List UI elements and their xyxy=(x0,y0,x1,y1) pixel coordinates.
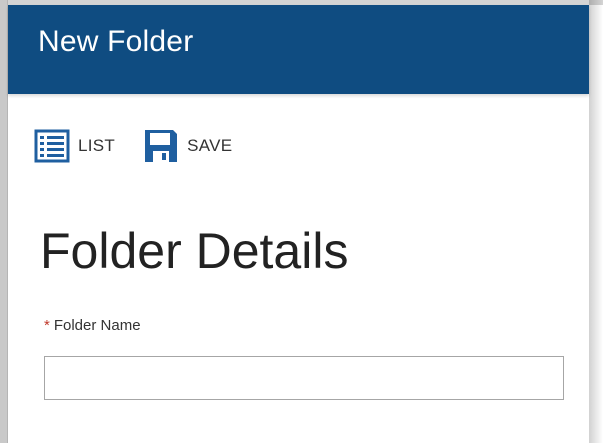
save-button-label: SAVE xyxy=(187,136,233,155)
list-button-label: LIST xyxy=(78,136,116,155)
list-button[interactable]: LIST xyxy=(34,128,115,164)
folder-name-label: * Folder Name xyxy=(44,317,141,334)
section-title: Folder Details xyxy=(40,223,349,279)
save-icon xyxy=(143,128,179,164)
list-icon xyxy=(34,128,70,164)
folder-name-input[interactable] xyxy=(44,356,564,400)
window-title: New Folder xyxy=(38,25,194,58)
window-left-border xyxy=(0,0,8,443)
title-bar: New Folder xyxy=(8,5,589,94)
dialog-window: New Folder LIST SAVE Folder Details * Fo… xyxy=(0,0,603,443)
toolbar: LIST SAVE xyxy=(34,128,260,164)
folder-name-label-text: Folder Name xyxy=(53,317,141,334)
window-right-shadow xyxy=(589,0,603,443)
save-button[interactable]: SAVE xyxy=(143,128,232,164)
required-marker: * xyxy=(44,317,50,334)
